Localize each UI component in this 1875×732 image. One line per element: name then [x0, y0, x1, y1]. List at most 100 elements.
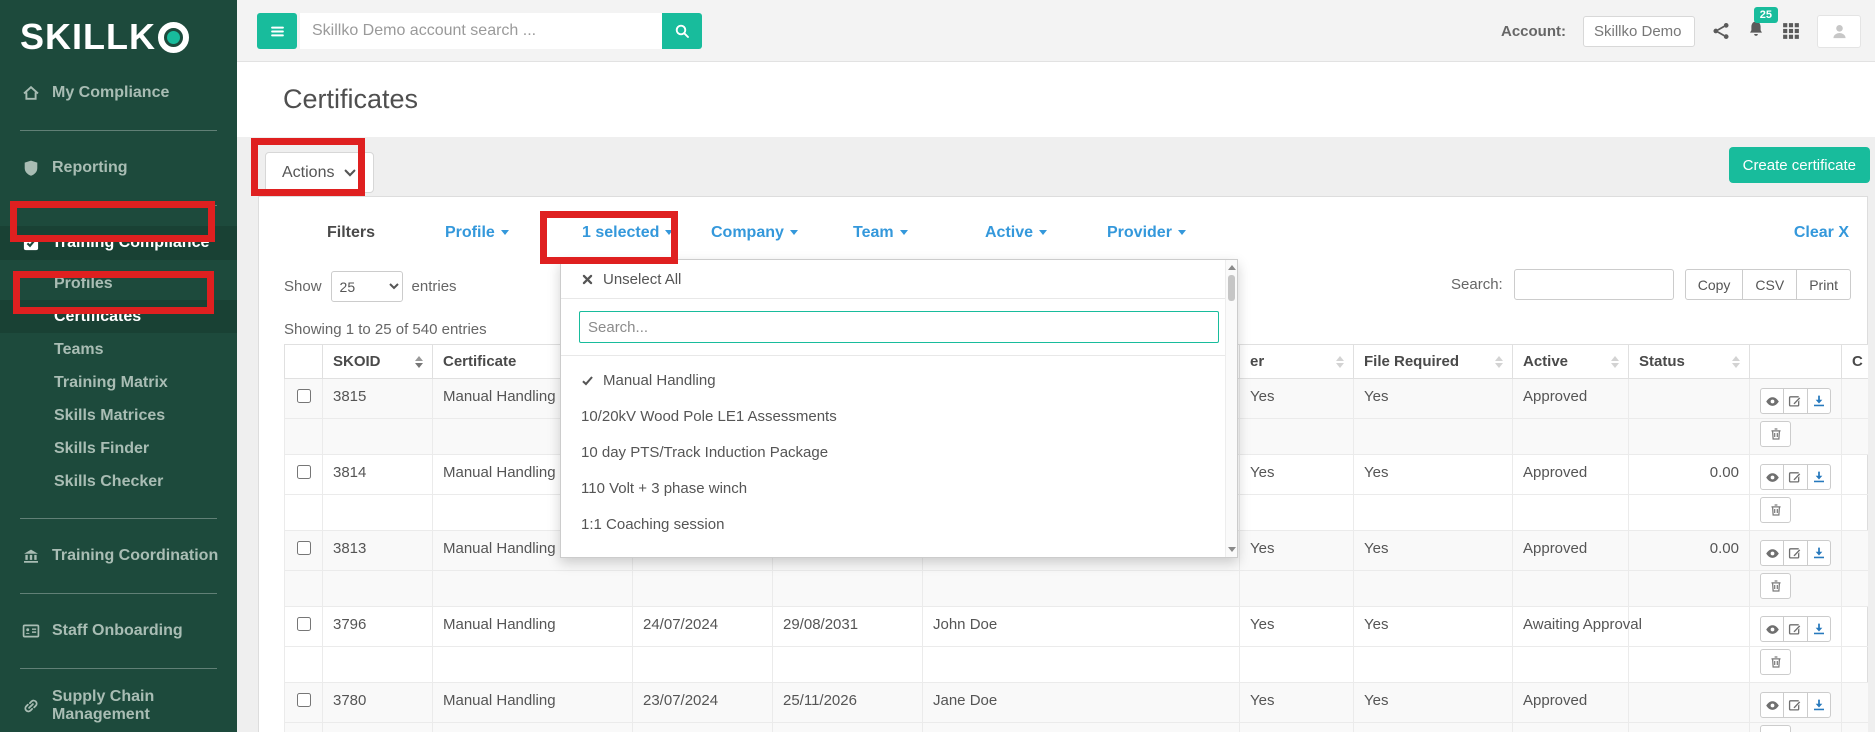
scroll-down-icon[interactable]: [1228, 547, 1236, 552]
apps-grid-icon[interactable]: [1782, 22, 1800, 40]
download-icon: [1812, 698, 1826, 712]
dropdown-option-selected[interactable]: Manual Handling: [561, 362, 1237, 398]
row-checkbox[interactable]: [297, 617, 311, 631]
delete-button[interactable]: [1760, 421, 1791, 447]
filter-selected-label: 1 selected: [582, 224, 660, 241]
edit-button[interactable]: [1783, 692, 1808, 718]
eye-icon: [1765, 394, 1780, 409]
global-search-button[interactable]: [662, 13, 702, 49]
view-button[interactable]: [1760, 692, 1785, 718]
sidebar-item-training-matrix[interactable]: Training Matrix: [0, 366, 237, 399]
filter-certificate-selected[interactable]: 1 selected: [582, 224, 674, 242]
download-button[interactable]: [1806, 540, 1831, 566]
edit-button[interactable]: [1783, 464, 1808, 490]
csv-button[interactable]: CSV: [1742, 269, 1798, 300]
sidebar-item-my-compliance[interactable]: My Compliance: [0, 76, 237, 110]
hamburger-menu-button[interactable]: [257, 13, 297, 49]
sidebar-item-training-compliance[interactable]: Training Compliance: [0, 226, 237, 260]
dropdown-option[interactable]: 110 Volt + 3 phase winch: [561, 470, 1237, 506]
download-button[interactable]: [1806, 464, 1831, 490]
filter-provider[interactable]: Provider: [1107, 224, 1186, 242]
actions-button[interactable]: Actions: [265, 152, 375, 193]
delete-button[interactable]: [1760, 649, 1791, 675]
cell-file-required: Yes: [1239, 530, 1354, 571]
print-button[interactable]: Print: [1796, 269, 1851, 300]
global-search-input[interactable]: [300, 13, 662, 49]
page-header: Certificates: [237, 62, 1875, 137]
sidebar-item-reporting[interactable]: Reporting: [0, 151, 237, 185]
sidebar-item-skills-finder[interactable]: Skills Finder: [0, 432, 237, 465]
column-header-er[interactable]: er: [1239, 344, 1354, 379]
unselect-all-option[interactable]: Unselect All: [561, 260, 1237, 299]
dropdown-scrollbar[interactable]: [1225, 260, 1237, 557]
scroll-up-icon[interactable]: [1228, 265, 1236, 270]
dropdown-option[interactable]: 10/20kV Wood Pole LE1 Assessments: [561, 398, 1237, 434]
column-header-active[interactable]: Active: [1512, 344, 1629, 379]
edit-button[interactable]: [1783, 616, 1808, 642]
column-header-file-required[interactable]: File Required: [1353, 344, 1513, 379]
sidebar-item-profiles[interactable]: Profiles: [0, 267, 237, 300]
sort-icon: [1611, 355, 1619, 368]
edit-button[interactable]: [1783, 540, 1808, 566]
row-checkbox[interactable]: [297, 541, 311, 555]
sidebar-item-skills-checker[interactable]: Skills Checker: [0, 465, 237, 498]
cell-skoid: 3796: [322, 606, 433, 647]
delete-button[interactable]: [1760, 497, 1791, 523]
account-select[interactable]: Skillko Demo: [1583, 15, 1695, 47]
sidebar-item-certificates[interactable]: Certificates: [0, 300, 237, 333]
view-button[interactable]: [1760, 464, 1785, 490]
dropdown-option-label: Manual Handling: [603, 371, 716, 389]
filter-profile[interactable]: Profile: [445, 224, 509, 242]
column-header-skoid[interactable]: SKOID: [322, 344, 433, 379]
filter-team[interactable]: Team: [853, 224, 908, 242]
logo-o-icon: [158, 21, 189, 53]
cell-active: Yes: [1353, 606, 1513, 647]
filter-team-label: Team: [853, 224, 894, 241]
sidebar-item-label: My Compliance: [52, 84, 170, 101]
delete-button[interactable]: [1760, 725, 1791, 732]
download-button[interactable]: [1806, 388, 1831, 414]
user-menu-button[interactable]: [1817, 14, 1861, 48]
delete-button[interactable]: [1760, 573, 1791, 599]
edit-button[interactable]: [1783, 388, 1808, 414]
share-icon[interactable]: [1712, 22, 1730, 40]
create-certificate-button[interactable]: Create certificate: [1728, 147, 1870, 183]
edit-icon: [1788, 622, 1802, 636]
select-column-header: [284, 344, 323, 379]
cell-status: Approved: [1512, 454, 1629, 495]
check-icon: [581, 374, 594, 387]
dropdown-option[interactable]: 10 day PTS/Track Induction Package: [561, 434, 1237, 470]
caret-down-icon: [500, 230, 509, 235]
table-search-input[interactable]: [1513, 269, 1674, 300]
cell-issue-date: 24/07/2024: [632, 606, 773, 647]
sidebar-item-teams[interactable]: Teams: [0, 333, 237, 366]
filter-company[interactable]: Company: [711, 224, 798, 242]
download-icon: [1812, 394, 1826, 408]
row-checkbox[interactable]: [297, 693, 311, 707]
sort-icon: [415, 355, 423, 368]
download-button[interactable]: [1806, 616, 1831, 642]
row-checkbox[interactable]: [297, 465, 311, 479]
view-button[interactable]: [1760, 388, 1785, 414]
column-header-status[interactable]: Status: [1628, 344, 1750, 379]
copy-button[interactable]: Copy: [1684, 269, 1744, 300]
dropdown-option[interactable]: 1:1 Coaching session: [561, 506, 1237, 542]
sidebar-item-training-coordination[interactable]: Training Coordination: [0, 539, 237, 573]
scrollbar-thumb[interactable]: [1228, 275, 1235, 301]
cell-skoid: 3814: [322, 454, 433, 495]
view-button[interactable]: [1760, 540, 1785, 566]
notifications-button[interactable]: 25: [1747, 6, 1778, 43]
clear-filters-link[interactable]: Clear X: [1794, 224, 1849, 242]
sidebar-item-staff-onboarding[interactable]: Staff Onboarding: [0, 614, 237, 648]
sidebar-item-supply-chain-management[interactable]: Supply Chain Management: [0, 688, 237, 723]
filter-active[interactable]: Active: [985, 224, 1048, 242]
notification-count-badge: 25: [1753, 6, 1778, 23]
page-length-select[interactable]: 25: [330, 271, 403, 302]
caret-down-icon: [789, 230, 798, 235]
download-button[interactable]: [1806, 692, 1831, 718]
dropdown-search-input[interactable]: [579, 311, 1219, 343]
row-checkbox[interactable]: [297, 389, 311, 403]
view-button[interactable]: [1760, 616, 1785, 642]
hamburger-icon: [269, 23, 286, 40]
sidebar-item-skills-matrices[interactable]: Skills Matrices: [0, 399, 237, 432]
